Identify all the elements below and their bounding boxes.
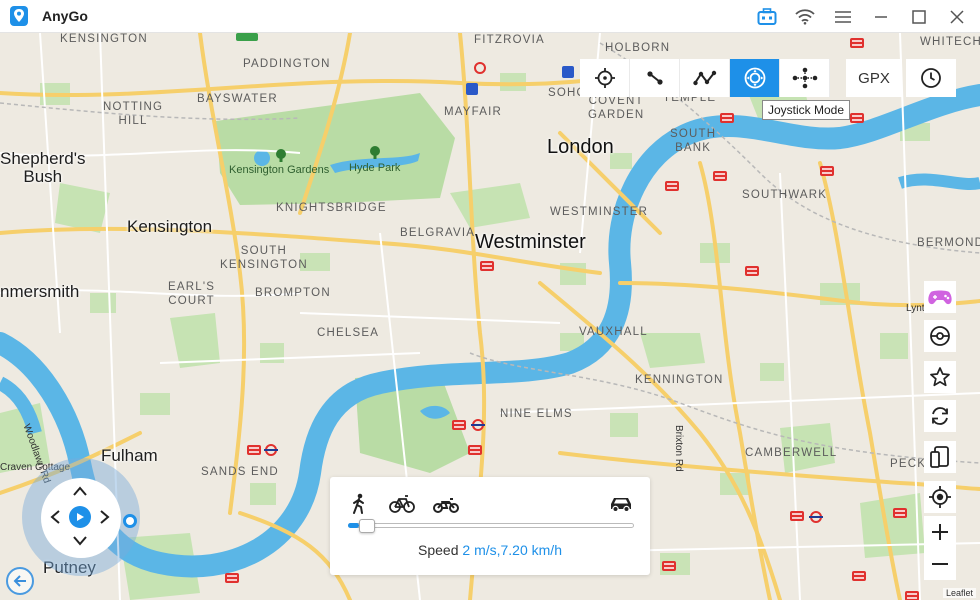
back-arrow-icon bbox=[13, 575, 26, 587]
map-attribution-link[interactable]: Leaflet bbox=[942, 588, 976, 598]
current-location-marker bbox=[123, 514, 137, 528]
car-mode-button[interactable] bbox=[608, 493, 634, 515]
joystick-down-arrow-icon[interactable] bbox=[70, 531, 90, 551]
close-icon[interactable] bbox=[946, 6, 968, 28]
map-label-westminster-district: WESTMINSTER bbox=[550, 206, 649, 218]
map-label-brompton: BROMPTON bbox=[255, 287, 331, 299]
pokeball-button[interactable] bbox=[924, 320, 956, 352]
map-label-nine-elms: NINE ELMS bbox=[500, 408, 573, 420]
joystick-play-button[interactable] bbox=[69, 506, 91, 528]
back-button[interactable] bbox=[6, 567, 34, 595]
map-label-notting-hill: NOTTING HILL bbox=[103, 101, 164, 128]
refresh-button[interactable] bbox=[924, 400, 956, 432]
joystick-up-arrow-icon[interactable] bbox=[70, 481, 90, 501]
map-label-kensington-top: KENSINGTON bbox=[60, 33, 148, 45]
joystick-mode-tooltip: Joystick Mode bbox=[762, 100, 851, 120]
history-button[interactable] bbox=[906, 59, 956, 97]
zoom-in-icon bbox=[932, 524, 948, 540]
jump-teleport-mode-button[interactable] bbox=[780, 59, 830, 97]
map-label-kensington-gardens: Kensington Gardens bbox=[229, 164, 330, 176]
map-label-westminster: Westminster bbox=[475, 231, 586, 253]
bike-icon bbox=[389, 495, 415, 513]
two-spot-mode-button[interactable] bbox=[630, 59, 680, 97]
map-label-belgravia: BELGRAVIA bbox=[400, 227, 476, 239]
toolbox-icon[interactable] bbox=[756, 6, 778, 28]
map-label-paddington: PADDINGTON bbox=[243, 58, 331, 70]
game-controller-button[interactable] bbox=[924, 281, 956, 313]
map-label-south-bank: SOUTH BANK bbox=[670, 128, 717, 154]
devices-button[interactable] bbox=[924, 441, 956, 473]
game-controller-icon bbox=[928, 290, 952, 305]
refresh-icon bbox=[932, 407, 948, 425]
walk-icon bbox=[353, 493, 364, 514]
car-icon bbox=[611, 498, 631, 513]
joystick-icon bbox=[744, 67, 765, 89]
pokeball-icon bbox=[930, 326, 950, 346]
map-label-holborn: HOLBORN bbox=[605, 42, 671, 54]
gpx-import-button[interactable]: GPX bbox=[846, 59, 902, 97]
map-label-fitzrovia: FITZROVIA bbox=[474, 34, 545, 46]
title-bar: AnyGo bbox=[0, 0, 980, 33]
joystick-mode-button[interactable] bbox=[730, 59, 780, 97]
zoom-out-button[interactable] bbox=[924, 548, 956, 580]
speed-slider-fill bbox=[348, 523, 360, 528]
map-label-covent-garden: COVENT GARDEN bbox=[588, 95, 645, 121]
speed-label: Speed bbox=[418, 542, 459, 558]
map-label-kennington: KENNINGTON bbox=[635, 374, 724, 386]
zoom-out-icon bbox=[932, 563, 948, 565]
map-label-bermondsey: BERMONDS bbox=[917, 237, 980, 249]
map-label-mayfair: MAYFAIR bbox=[444, 106, 503, 118]
wifi-icon[interactable] bbox=[794, 6, 816, 28]
speed-readout: Speed 2 m/s,7.20 km/h bbox=[330, 542, 650, 558]
two-spot-icon bbox=[646, 71, 663, 85]
map-label-fulham: Fulham bbox=[101, 446, 158, 465]
map-label-south-kensington: SOUTH KENSINGTON bbox=[220, 245, 308, 271]
joystick-right-arrow-icon[interactable] bbox=[95, 507, 115, 527]
clock-icon bbox=[921, 68, 941, 88]
motorbike-mode-button[interactable] bbox=[433, 493, 459, 515]
map-label-peckham: PECK bbox=[890, 458, 927, 470]
app-name: AnyGo bbox=[42, 8, 88, 24]
joystick-left-arrow-icon[interactable] bbox=[45, 507, 65, 527]
map-label-hammersmith: nmersmith bbox=[0, 282, 80, 301]
locate-icon bbox=[929, 486, 951, 508]
mode-toolbar bbox=[580, 59, 830, 97]
walk-mode-button[interactable] bbox=[346, 493, 372, 515]
multi-spot-icon bbox=[692, 70, 716, 86]
multi-spot-mode-button[interactable] bbox=[680, 59, 730, 97]
minimize-icon[interactable] bbox=[870, 6, 892, 28]
play-icon bbox=[77, 513, 84, 521]
zoom-in-button[interactable] bbox=[924, 516, 956, 548]
map-label-camberwell: CAMBERWELL bbox=[745, 447, 838, 459]
map-label-knightsbridge: KNIGHTSBRIDGE bbox=[276, 202, 387, 214]
map-label-kensington: Kensington bbox=[127, 217, 213, 236]
star-icon bbox=[930, 367, 950, 387]
speed-slider-track[interactable] bbox=[348, 523, 634, 528]
map-label-vauxhall: VAUXHALL bbox=[579, 326, 648, 338]
motorbike-icon bbox=[433, 498, 459, 513]
speed-value: 2 m/s,7.20 km/h bbox=[462, 542, 562, 558]
maximize-icon[interactable] bbox=[908, 6, 930, 28]
crosshair-icon bbox=[594, 68, 615, 88]
favorites-button[interactable] bbox=[924, 361, 956, 393]
speed-panel: Speed 2 m/s,7.20 km/h bbox=[330, 477, 650, 575]
map-label-brixton-rd: Brixton Rd bbox=[673, 425, 684, 472]
menu-icon[interactable] bbox=[832, 6, 854, 28]
teleport-mode-button[interactable] bbox=[580, 59, 630, 97]
map-label-shepherds-bush: Shepherd's Bush bbox=[0, 149, 86, 186]
map-label-chelsea: CHELSEA bbox=[317, 327, 380, 339]
bike-mode-button[interactable] bbox=[389, 493, 415, 515]
app-logo-icon bbox=[8, 5, 30, 27]
map-label-southwark: SOUTHWARK bbox=[742, 189, 828, 201]
map-label-london: London bbox=[547, 136, 614, 158]
map-label-hyde-park: Hyde Park bbox=[349, 162, 401, 174]
map-label-earls-court: EARL'S COURT bbox=[168, 281, 216, 307]
map-label-bayswater: BAYSWATER bbox=[197, 93, 278, 105]
locate-me-button[interactable] bbox=[924, 481, 956, 513]
jump-teleport-icon bbox=[792, 67, 817, 89]
map-label-sands-end: SANDS END bbox=[201, 466, 279, 478]
speed-slider-thumb[interactable] bbox=[359, 519, 376, 533]
map-label-whitechapel: WHITECHE bbox=[920, 36, 980, 48]
devices-icon bbox=[930, 446, 949, 468]
